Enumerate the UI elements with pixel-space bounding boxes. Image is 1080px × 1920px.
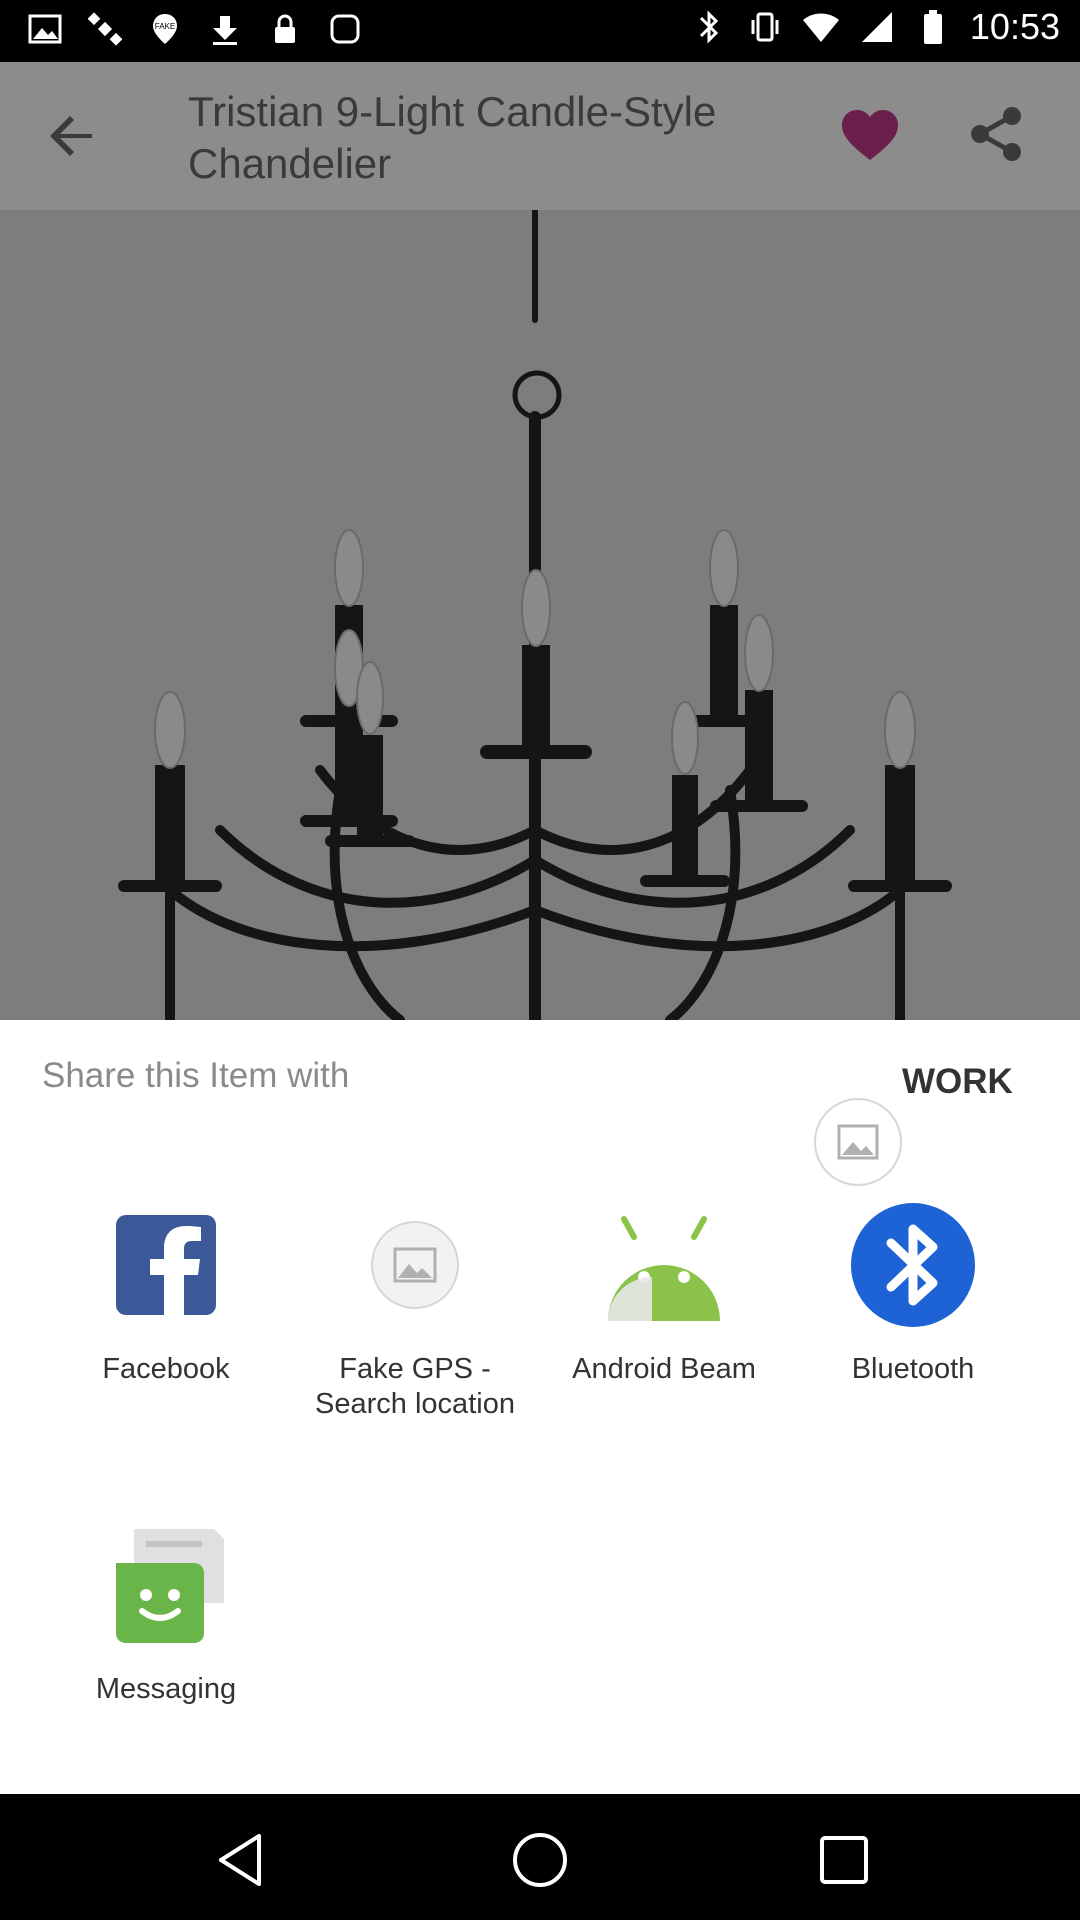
fake-gps-icon: FAKE (146, 10, 184, 48)
share-target-messaging[interactable]: Messaging (46, 1520, 286, 1707)
share-target-facebook[interactable]: Facebook (46, 1200, 286, 1387)
lock-icon (266, 10, 304, 48)
app-bar: Tristian 9-Light Candle-Style Chandelier (0, 62, 1080, 210)
notification-icons: FAKE (26, 10, 364, 48)
vibrate-icon (746, 8, 784, 46)
share-target-fake-gps[interactable]: Fake GPS - Search location (295, 1200, 535, 1422)
status-bar: FAKE 10:53 (0, 0, 1080, 62)
chandelier-image (118, 210, 952, 1020)
work-profile-switch[interactable]: WORK (814, 1062, 1034, 1186)
battery-icon (914, 8, 952, 46)
svg-text:FAKE: FAKE (155, 22, 175, 31)
product-image (0, 210, 1080, 1020)
signal-icon (858, 8, 896, 46)
bluetooth-icon (690, 8, 728, 46)
share-sheet: Share this Item with WORK Facebook Fake … (0, 1020, 1080, 1794)
image-icon (26, 10, 64, 48)
share-target-label: Fake GPS - Search location (315, 1353, 515, 1420)
image-placeholder-icon (350, 1200, 480, 1330)
share-target-android-beam[interactable]: Android Beam (544, 1200, 784, 1387)
app-icon (326, 10, 364, 48)
messaging-icon (101, 1520, 231, 1650)
work-profile-label: WORK (902, 1062, 1013, 1101)
share-target-bluetooth[interactable]: Bluetooth (793, 1200, 1033, 1387)
android-icon (599, 1200, 729, 1330)
share-target-label: Facebook (102, 1353, 230, 1385)
heart-icon[interactable] (838, 104, 902, 168)
facebook-icon (101, 1200, 231, 1330)
work-profile-image-icon (814, 1098, 902, 1186)
share-icon[interactable] (964, 102, 1028, 166)
home-circle-icon[interactable] (510, 1830, 570, 1890)
recents-square-icon[interactable] (814, 1830, 874, 1890)
system-icons: 10:53 (690, 6, 1060, 48)
navigation-bar (0, 1794, 1080, 1920)
page-title: Tristian 9-Light Candle-Style Chandelier (188, 88, 717, 187)
share-target-label: Bluetooth (851, 1353, 975, 1385)
share-target-label: Messaging (95, 1673, 237, 1705)
download-icon (206, 10, 244, 48)
clock: 10:53 (969, 6, 1060, 47)
back-triangle-icon[interactable] (213, 1830, 273, 1890)
back-arrow-icon[interactable] (40, 104, 104, 168)
share-target-label: Android Beam (572, 1353, 756, 1385)
satellite-icon (86, 10, 124, 48)
bluetooth-icon (848, 1200, 978, 1330)
share-sheet-title: Share this Item with (42, 1056, 350, 1095)
wifi-icon (802, 8, 840, 46)
